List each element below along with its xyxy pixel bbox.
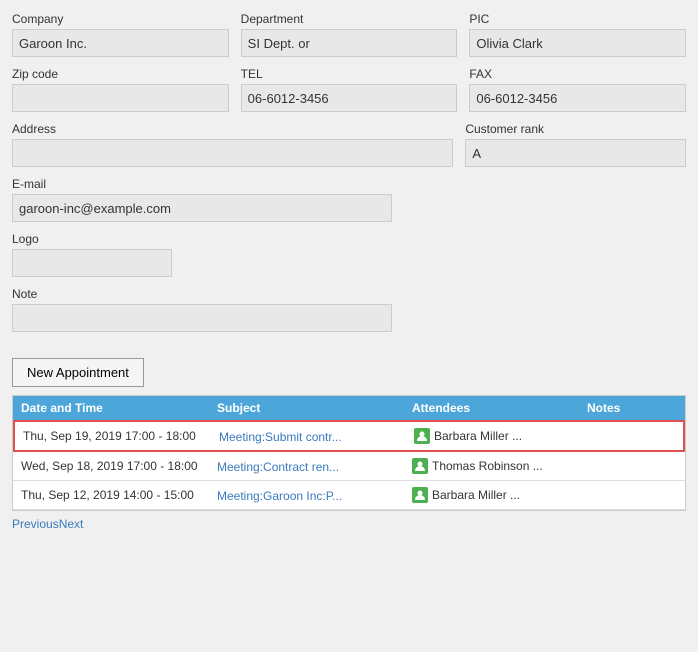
header-attendees: Attendees [408,401,583,415]
address-input[interactable] [12,139,453,167]
row-note: Note [12,287,686,332]
pic-group: PIC [469,12,686,57]
row1-attendee-name: Barbara Miller ... [434,429,522,443]
row-logo: Logo [12,232,686,277]
row3-attendee-icon [412,487,428,503]
email-input[interactable] [12,194,392,222]
department-input[interactable] [241,29,458,57]
table-row: Wed, Sep 18, 2019 17:00 - 18:00 Meeting:… [13,452,685,481]
logo-group: Logo [12,232,212,277]
row2-attendees: Thomas Robinson ... [408,458,583,474]
table-header: Date and Time Subject Attendees Notes [13,396,685,420]
row2-attendee-icon [412,458,428,474]
row2-subject-link[interactable]: Meeting:Contract ren... [217,460,339,474]
row3-subject-link[interactable]: Meeting:Garoon Inc:P... [217,489,342,503]
tel-label: TEL [241,67,458,81]
department-group: Department [241,12,458,57]
header-datetime: Date and Time [13,401,213,415]
pagination: Previous Next [12,511,686,535]
table-row: Thu, Sep 12, 2019 14:00 - 15:00 Meeting:… [13,481,685,510]
pic-label: PIC [469,12,686,26]
fax-input[interactable] [469,84,686,112]
row-email: E-mail [12,177,686,222]
note-group: Note [12,287,402,332]
company-group: Company [12,12,229,57]
previous-link[interactable]: Previous [12,517,59,531]
zipcode-label: Zip code [12,67,229,81]
main-container: Company Department PIC Zip code TEL [0,0,698,652]
fax-label: FAX [469,67,686,81]
row2-subject: Meeting:Contract ren... [213,459,408,474]
next-link[interactable]: Next [59,517,84,531]
customer-rank-group: Customer rank [465,122,686,167]
row1-subject-link[interactable]: Meeting:Submit contr... [219,430,342,444]
pic-input[interactable] [469,29,686,57]
row2-attendee-name: Thomas Robinson ... [432,459,543,473]
address-label: Address [12,122,453,136]
company-input[interactable] [12,29,229,57]
row-company-dept-pic: Company Department PIC [12,12,686,57]
note-label: Note [12,287,402,301]
table-row: Thu, Sep 19, 2019 17:00 - 18:00 Meeting:… [13,420,685,452]
customer-rank-label: Customer rank [465,122,686,136]
row1-datetime: Thu, Sep 19, 2019 17:00 - 18:00 [15,429,215,443]
row-address-rank: Address Customer rank [12,122,686,167]
row3-attendee-name: Barbara Miller ... [432,488,520,502]
fax-group: FAX [469,67,686,112]
row2-datetime: Wed, Sep 18, 2019 17:00 - 18:00 [13,459,213,473]
company-label: Company [12,12,229,26]
appointments-table: Date and Time Subject Attendees Notes Th… [12,395,686,511]
form-section: Company Department PIC Zip code TEL [12,12,686,350]
row1-subject: Meeting:Submit contr... [215,429,410,444]
address-group: Address [12,122,453,167]
new-appointment-button[interactable]: New Appointment [12,358,144,387]
logo-input[interactable] [12,249,172,277]
logo-label: Logo [12,232,212,246]
tel-input[interactable] [241,84,458,112]
email-group: E-mail [12,177,402,222]
tel-group: TEL [241,67,458,112]
row1-attendee-icon [414,428,430,444]
department-label: Department [241,12,458,26]
email-label: E-mail [12,177,402,191]
zipcode-input[interactable] [12,84,229,112]
zipcode-group: Zip code [12,67,229,112]
header-subject: Subject [213,401,408,415]
row-zip-tel-fax: Zip code TEL FAX [12,67,686,112]
row3-datetime: Thu, Sep 12, 2019 14:00 - 15:00 [13,488,213,502]
note-input[interactable] [12,304,392,332]
customer-rank-input[interactable] [465,139,686,167]
header-notes: Notes [583,401,685,415]
row1-attendees: Barbara Miller ... [410,428,585,444]
row3-subject: Meeting:Garoon Inc:P... [213,488,408,503]
row3-attendees: Barbara Miller ... [408,487,583,503]
